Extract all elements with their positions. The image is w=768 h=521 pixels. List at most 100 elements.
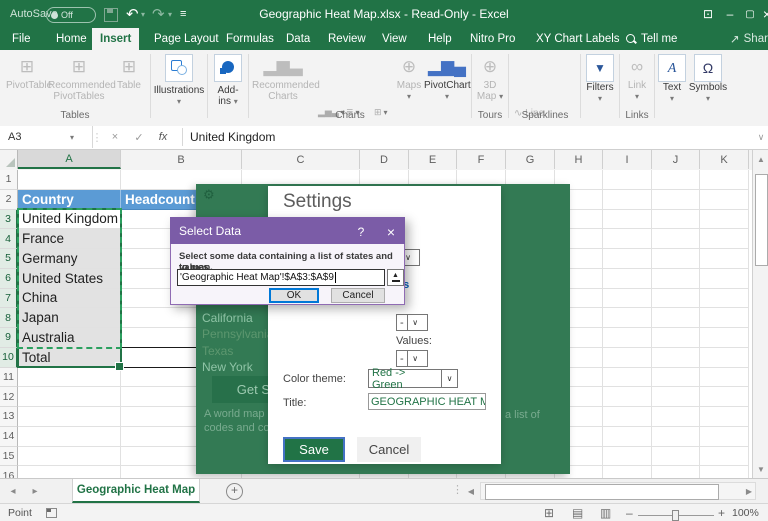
save-icon[interactable] (104, 8, 118, 22)
horizontal-scroll-thumb[interactable] (485, 484, 719, 500)
cell-I14[interactable] (603, 427, 652, 447)
cell-K8[interactable] (700, 308, 749, 328)
cell-J13[interactable] (652, 407, 700, 427)
cell-K11[interactable] (700, 368, 749, 388)
values-dropdown[interactable]: - ∨ (396, 350, 428, 367)
link-button[interactable]: ∞ Link▾ (622, 54, 652, 102)
column-header-J[interactable]: J (652, 150, 700, 169)
pivottable-button[interactable]: ⊞ PivotTable (6, 54, 48, 91)
next-sheet-icon[interactable]: ▸ (26, 479, 44, 503)
cell-K16[interactable] (700, 466, 749, 478)
vertical-scroll-thumb[interactable] (755, 174, 768, 266)
scroll-right-icon[interactable]: ▶ (742, 484, 756, 498)
symbols-button[interactable]: Ω Symbols▾ (688, 54, 728, 104)
column-header-D[interactable]: D (360, 150, 409, 169)
scroll-down-icon[interactable]: ▼ (755, 462, 767, 476)
cell-A1[interactable] (18, 170, 121, 190)
cell-K4[interactable] (700, 229, 749, 249)
labels-dropdown[interactable]: - ∨ (396, 314, 428, 331)
row-header-1[interactable]: 1 (0, 170, 18, 190)
tab-home[interactable]: Home (48, 28, 95, 50)
cell-J4[interactable] (652, 229, 700, 249)
name-box[interactable]: A3 ▾ (0, 126, 93, 148)
tab-xy-chart-labels[interactable]: XY Chart Labels (528, 28, 628, 50)
cell-K3[interactable] (700, 210, 749, 230)
ok-button[interactable]: OK (269, 288, 319, 303)
select-data-cancel-button[interactable]: Cancel (331, 288, 385, 303)
cell-J8[interactable] (652, 308, 700, 328)
addins-button[interactable]: Add- ins ▾ (209, 54, 247, 107)
dialog-close-icon[interactable]: × (379, 218, 403, 245)
cell-A13[interactable] (18, 407, 121, 427)
cell-I10[interactable] (603, 348, 652, 368)
redo-dropdown-icon[interactable]: ▾ (168, 0, 172, 28)
help-icon[interactable]: ? (349, 218, 373, 245)
cell-I6[interactable] (603, 269, 652, 289)
color-theme-select[interactable]: Red -> Green ∨ (368, 369, 458, 388)
cell-J10[interactable] (652, 348, 700, 368)
tab-nitro-pro[interactable]: Nitro Pro (462, 28, 523, 50)
cell-K7[interactable] (700, 289, 749, 309)
cell-J1[interactable] (652, 170, 700, 190)
zoom-in-icon[interactable]: + (718, 504, 725, 521)
cell-I11[interactable] (603, 368, 652, 388)
cell-I5[interactable] (603, 249, 652, 269)
pivotchart-button[interactable]: ▂▆▄ PivotChart▾ (424, 54, 470, 102)
page-break-view-icon[interactable]: ▥ (600, 504, 611, 521)
cell-K6[interactable] (700, 269, 749, 289)
cell-K12[interactable] (700, 387, 749, 407)
row-header-9[interactable]: 9 (0, 328, 18, 348)
fill-handle[interactable] (115, 362, 124, 371)
tab-formulas[interactable]: Formulas (218, 28, 282, 50)
page-layout-view-icon[interactable]: ▤ (572, 504, 583, 521)
column-header-F[interactable]: F (457, 150, 506, 169)
tab-data[interactable]: Data (278, 28, 318, 50)
cell-K13[interactable] (700, 407, 749, 427)
row-header-13[interactable]: 13 (0, 407, 18, 427)
cell-J6[interactable] (652, 269, 700, 289)
cell-J14[interactable] (652, 427, 700, 447)
row-header-10[interactable]: 10 (0, 348, 18, 368)
share-button[interactable]: ↗ Share (722, 28, 768, 50)
scroll-left-icon[interactable]: ◀ (464, 484, 478, 498)
tab-page-layout[interactable]: Page Layout (146, 28, 227, 50)
cell-K14[interactable] (700, 427, 749, 447)
zoom-out-icon[interactable]: – (626, 504, 633, 521)
cell-A11[interactable] (18, 368, 121, 388)
row-header-5[interactable]: 5 (0, 249, 18, 269)
name-box-dropdown-icon[interactable]: ▾ (70, 133, 74, 142)
tab-insert[interactable]: Insert (92, 28, 139, 50)
zoom-level[interactable]: 100% (732, 504, 759, 521)
quick-access-more-icon[interactable]: ≡ (180, 0, 186, 28)
scrollbar-grip[interactable]: ⋮ (452, 483, 463, 496)
settings-cancel-button[interactable]: Cancel (357, 437, 421, 462)
column-header-H[interactable]: H (555, 150, 603, 169)
autosave-toggle[interactable]: Off (46, 7, 96, 23)
new-sheet-icon[interactable]: + (226, 483, 243, 500)
cell-A14[interactable] (18, 427, 121, 447)
cell-J11[interactable] (652, 368, 700, 388)
cell-I12[interactable] (603, 387, 652, 407)
close-icon[interactable]: × (757, 0, 768, 28)
cell-I8[interactable] (603, 308, 652, 328)
cell-A2[interactable]: Country (18, 190, 121, 210)
vertical-scrollbar[interactable]: ▲ ▼ (752, 150, 768, 478)
row-header-15[interactable]: 15 (0, 447, 18, 467)
cell-I3[interactable] (603, 210, 652, 230)
column-header-A[interactable]: A (18, 150, 121, 169)
confirm-entry-icon[interactable]: ✓ (128, 126, 150, 148)
normal-view-icon[interactable]: ⊞ (544, 504, 554, 521)
illustrations-button[interactable]: Illustrations▾ (152, 54, 206, 107)
cell-K5[interactable] (700, 249, 749, 269)
prev-sheet-icon[interactable]: ◂ (4, 479, 22, 503)
expand-formula-bar-icon[interactable]: ∨ (750, 126, 768, 148)
map-title-input[interactable]: GEOGRAPHIC HEAT MAP (368, 393, 486, 410)
tab-file[interactable]: File (4, 28, 39, 50)
maps-button[interactable]: ⊕ Maps▾ (394, 54, 424, 102)
cell-J7[interactable] (652, 289, 700, 309)
macro-record-icon[interactable] (46, 508, 57, 518)
minimize-icon[interactable]: – (720, 0, 740, 28)
cell-K2[interactable] (700, 190, 749, 210)
tab-view[interactable]: View (374, 28, 415, 50)
row-header-14[interactable]: 14 (0, 427, 18, 447)
